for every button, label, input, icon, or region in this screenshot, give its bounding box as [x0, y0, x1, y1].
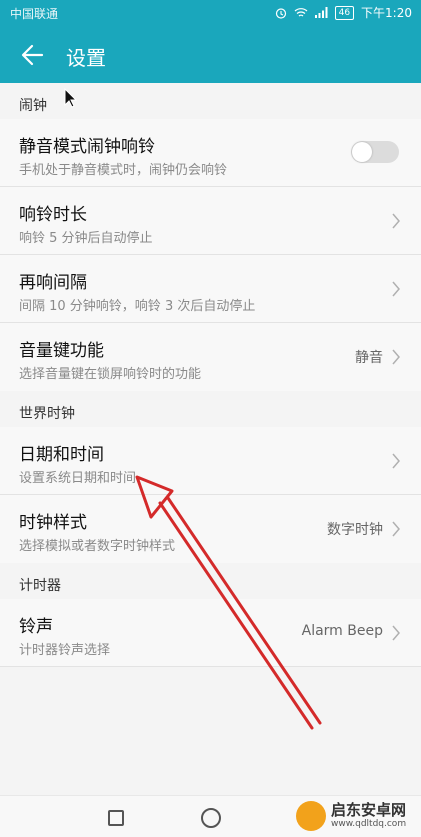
home-icon[interactable] [201, 808, 221, 828]
setting-subtitle: 手机处于静音模式时，闹钟仍会响铃 [19, 163, 228, 178]
setting-value: 数字时钟 [327, 522, 383, 538]
section-header-world-clock: 世界时钟 [0, 391, 421, 427]
chevron-right-icon [392, 453, 400, 469]
setting-subtitle: 计时器铃声选择 [19, 643, 111, 658]
setting-title: 音量键功能 [19, 341, 104, 361]
setting-title: 铃声 [19, 617, 53, 637]
status-time: 下午1:20 [361, 6, 412, 20]
setting-ring-duration[interactable]: 响铃时长 响铃 5 分钟后自动停止 [0, 187, 421, 255]
signal-icon [314, 7, 328, 18]
setting-clock-style[interactable]: 时钟样式 选择模拟或者数字时钟样式 数字时钟 [0, 495, 421, 563]
toggle-knob [352, 142, 372, 162]
setting-subtitle: 设置系统日期和时间 [19, 471, 137, 486]
setting-title: 响铃时长 [19, 205, 87, 225]
mouse-cursor-icon [64, 88, 78, 108]
setting-subtitle: 选择音量键在锁屏响铃时的功能 [19, 367, 202, 382]
wifi-icon [294, 8, 307, 17]
watermark-logo-icon [296, 801, 326, 831]
chevron-right-icon [392, 281, 400, 297]
recents-icon[interactable] [108, 810, 124, 826]
setting-subtitle: 选择模拟或者数字时钟样式 [19, 539, 176, 554]
setting-value: 静音 [355, 350, 383, 366]
app-bar: 中国联通 46 下午1:20 设置 [0, 0, 421, 83]
alarm-clock-icon [275, 7, 286, 19]
status-icons: 46 下午1:20 [275, 4, 412, 21]
setting-title: 再响间隔 [19, 273, 87, 293]
watermark-url: www.qdltdq.com [331, 819, 407, 829]
setting-title: 静音模式闹钟响铃 [19, 137, 155, 157]
watermark: 启东安卓网 www.qdltdq.com [292, 797, 417, 835]
carrier-label: 中国联通 [10, 7, 59, 21]
setting-volume-key[interactable]: 音量键功能 选择音量键在锁屏响铃时的功能 静音 [0, 323, 421, 391]
setting-subtitle: 响铃 5 分钟后自动停止 [19, 231, 153, 246]
chevron-right-icon [392, 625, 400, 641]
toolbar: 设置 [0, 30, 421, 80]
setting-silent-mode-alarm[interactable]: 静音模式闹钟响铃 手机处于静音模式时，闹钟仍会响铃 [0, 119, 421, 187]
chevron-right-icon [392, 213, 400, 229]
setting-title: 日期和时间 [19, 445, 104, 465]
setting-date-time[interactable]: 日期和时间 设置系统日期和时间 [0, 427, 421, 495]
chevron-right-icon [392, 521, 400, 537]
battery-icon: 46 [334, 5, 355, 20]
chevron-right-icon [392, 349, 400, 365]
setting-title: 时钟样式 [19, 513, 87, 533]
silent-mode-toggle[interactable] [351, 141, 399, 163]
status-bar: 中国联通 46 下午1:20 [0, 0, 421, 26]
setting-snooze-interval[interactable]: 再响间隔 间隔 10 分钟响铃，响铃 3 次后自动停止 [0, 255, 421, 323]
back-arrow-icon[interactable] [18, 40, 48, 70]
settings-list: 闹钟 静音模式闹钟响铃 手机处于静音模式时，闹钟仍会响铃 响铃时长 响铃 5 分… [0, 83, 421, 667]
setting-value: Alarm Beep [301, 623, 383, 639]
setting-subtitle: 间隔 10 分钟响铃，响铃 3 次后自动停止 [19, 299, 256, 314]
page-title: 设置 [66, 46, 106, 70]
setting-ringtone[interactable]: 铃声 计时器铃声选择 Alarm Beep [0, 599, 421, 667]
watermark-name: 启东安卓网 [331, 801, 407, 819]
section-header-timer: 计时器 [0, 563, 421, 599]
